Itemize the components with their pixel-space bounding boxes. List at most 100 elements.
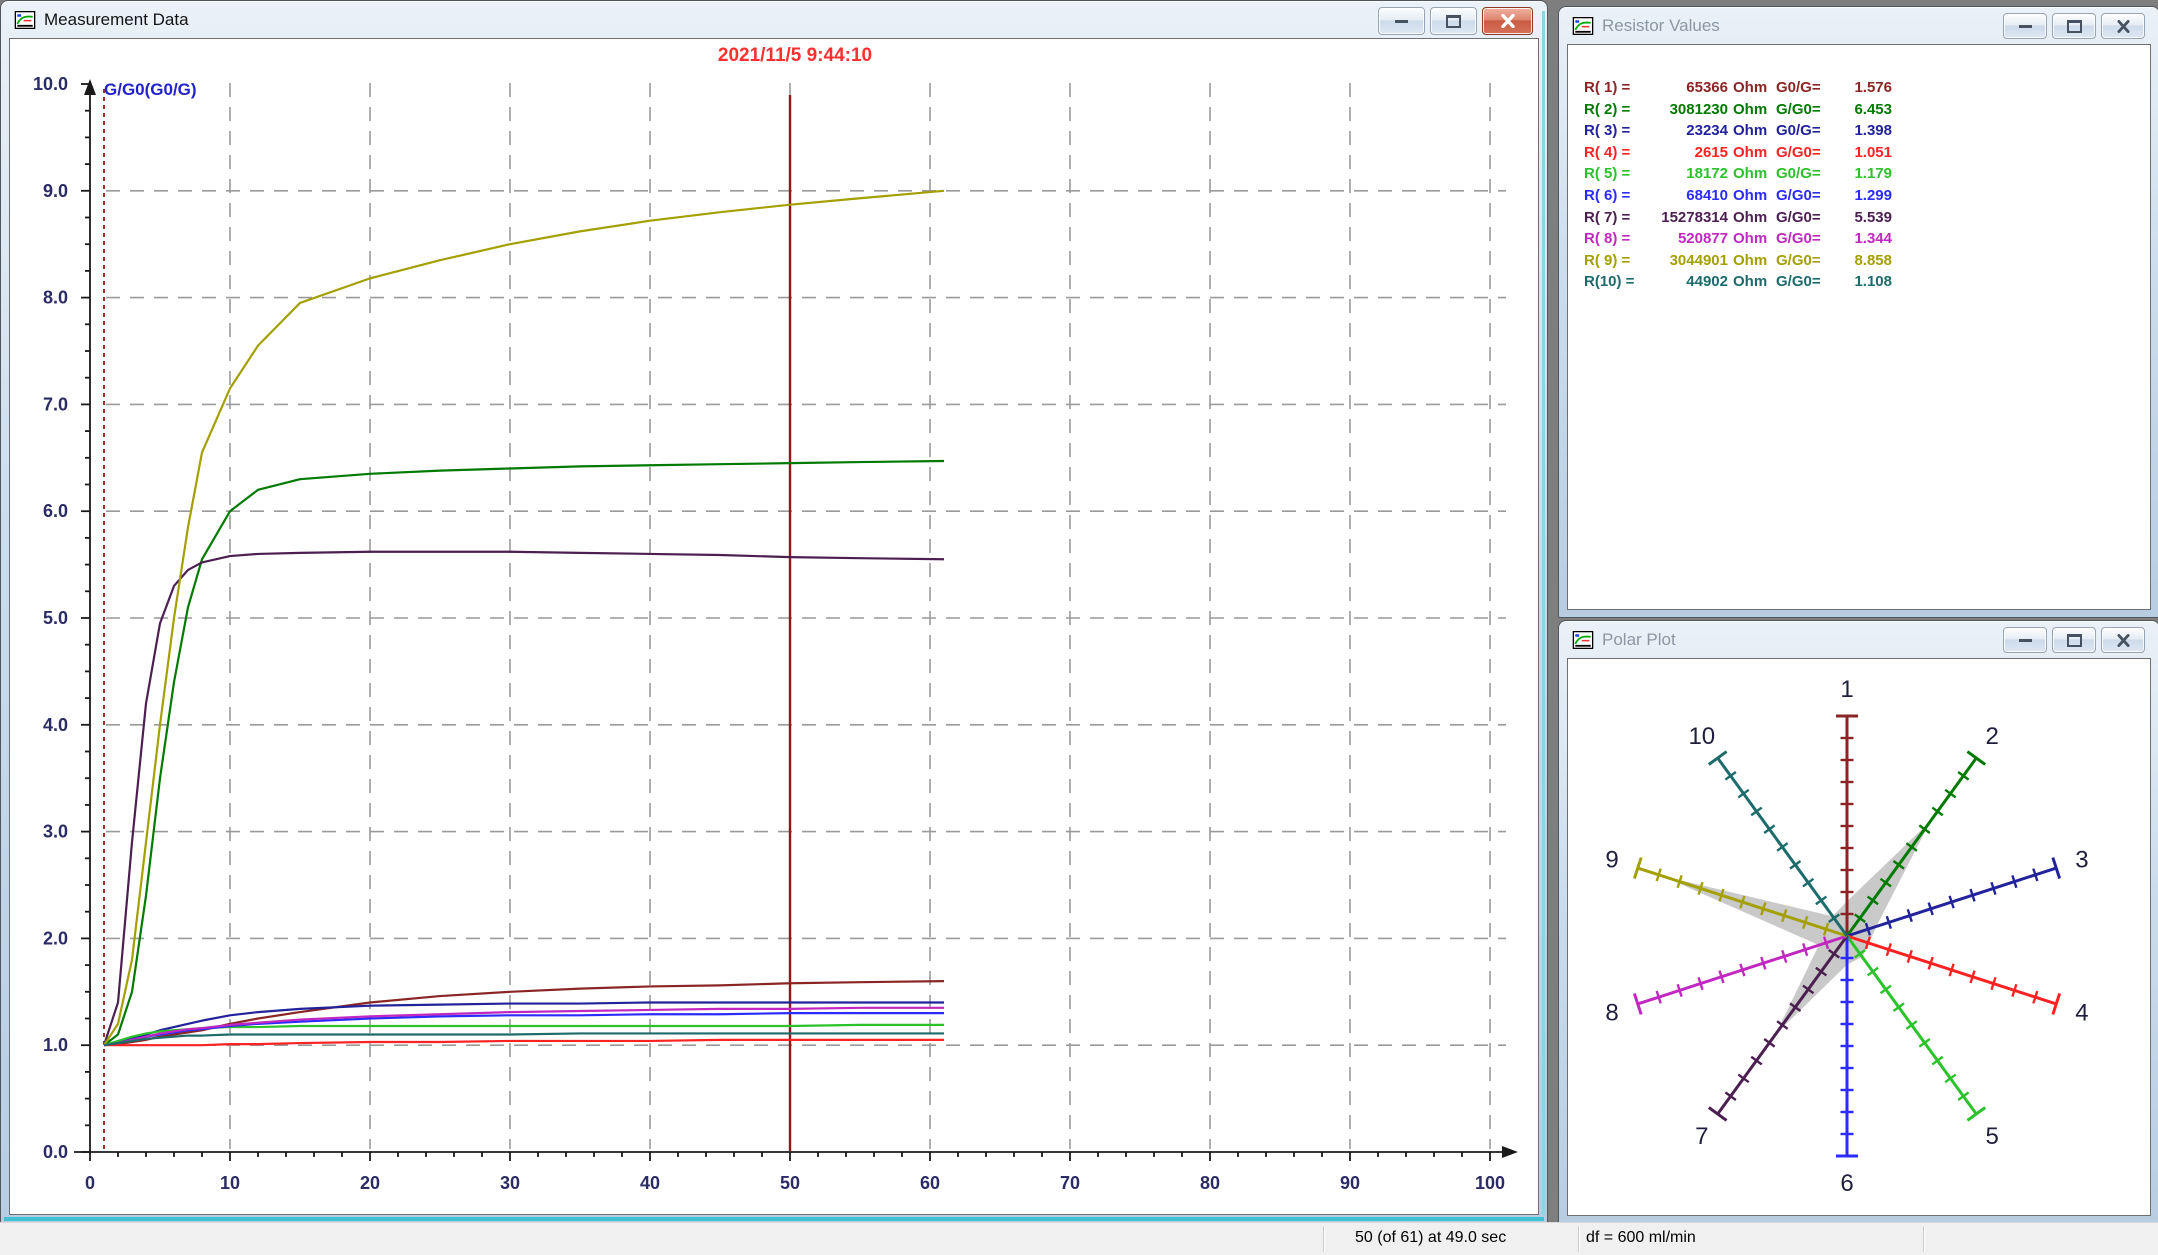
minimize-icon: [2019, 639, 2032, 642]
resistor-val: 2615: [1648, 142, 1728, 164]
measurement-titlebar[interactable]: Measurement Data: [1, 1, 1387, 38]
svg-text:10.0: 10.0: [33, 74, 68, 94]
polar-titlebar[interactable]: Polar Plot: [1559, 621, 1999, 658]
svg-text:5.0: 5.0: [43, 608, 68, 628]
measurement-minimize-button[interactable]: [1378, 7, 1425, 35]
status-separator: [1923, 1226, 1925, 1252]
resistor-label: R( 9) =: [1584, 250, 1648, 272]
resistor-val: 3081230: [1648, 99, 1728, 121]
polar-axis-label: 1: [1840, 676, 1853, 703]
resistor-label: R(10) =: [1584, 271, 1648, 293]
app-icon: [14, 11, 36, 29]
polar-axis-label: 5: [1986, 1123, 1999, 1150]
polar-maximize-button[interactable]: [2052, 627, 2096, 653]
close-icon: [2116, 634, 2131, 647]
resistor-rlabel: G0/G=: [1768, 163, 1826, 185]
svg-text:1.0: 1.0: [43, 1035, 68, 1055]
cursor-timestamp: 2021/11/5 9:44:10: [718, 45, 872, 66]
polar-close-button[interactable]: [2101, 627, 2145, 653]
resistor-rlabel: G/G0=: [1768, 99, 1826, 121]
measurement-close-button[interactable]: [1482, 7, 1533, 35]
resistor-unit: Ohm: [1728, 207, 1768, 229]
polar-axis-label: 7: [1695, 1123, 1708, 1150]
resistor-val: 68410: [1648, 185, 1728, 207]
resistor-rlabel: G/G0=: [1768, 250, 1826, 272]
polar-plot-window: Polar Plot 12345678910: [1558, 620, 2158, 1224]
resistor-label: R( 7) =: [1584, 207, 1648, 229]
resistor-row: R(10) =44902OhmG/G0=1.108: [1584, 271, 2150, 293]
measurement-title: Measurement Data: [44, 10, 189, 30]
polar-plot-area: 12345678910: [1567, 658, 2151, 1216]
polar-axis-label: 8: [1605, 999, 1618, 1026]
minimize-icon: [1395, 20, 1408, 23]
resistor-row: R( 8) =520877OhmG/G0=1.344: [1584, 228, 2150, 250]
resistor-label: R( 8) =: [1584, 228, 1648, 250]
svg-text:7.0: 7.0: [43, 394, 68, 414]
resistor-values-window: Resistor Values R( 1) =65366OhmG0/G=1.57…: [1558, 6, 2158, 618]
resistor-label: R( 5) =: [1584, 163, 1648, 185]
resistor-unit: Ohm: [1728, 228, 1768, 250]
resistor-ratio: 1.299: [1826, 185, 1892, 207]
resistor-row: R( 3) =23234OhmG0/G=1.398: [1584, 120, 2150, 142]
resistor-val: 18172: [1648, 163, 1728, 185]
resistor-maximize-button[interactable]: [2052, 13, 2096, 39]
resistor-values-list: R( 1) =65366OhmG0/G=1.576R( 2) =3081230O…: [1568, 45, 2150, 293]
svg-text:4.0: 4.0: [43, 715, 68, 735]
resistor-ratio: 1.398: [1826, 120, 1892, 142]
resistor-rlabel: G/G0=: [1768, 185, 1826, 207]
polar-axis-5: 5: [1847, 936, 1999, 1150]
resistor-close-button[interactable]: [2101, 13, 2145, 39]
resistor-val: 44902: [1648, 271, 1728, 293]
measurement-chart[interactable]: 2021/11/5 9:44:10G/G0(G0/G)0.01.02.03.04…: [10, 39, 1538, 1214]
window-frame-accent-right: [1542, 11, 1545, 1215]
resistor-ratio: 1.344: [1826, 228, 1892, 250]
svg-text:0: 0: [85, 1173, 95, 1193]
resistor-minimize-button[interactable]: [2003, 13, 2047, 39]
polar-title: Polar Plot: [1602, 630, 1676, 650]
resistor-ratio: 1.179: [1826, 163, 1892, 185]
measurement-chart-area[interactable]: 2021/11/5 9:44:10G/G0(G0/G)0.01.02.03.04…: [9, 38, 1539, 1215]
polar-caption-buttons: [2003, 627, 2145, 653]
resistor-unit: Ohm: [1728, 120, 1768, 142]
polar-axis-label: 10: [1688, 723, 1715, 750]
measurement-caption-buttons: [1378, 7, 1533, 35]
app-icon: [1572, 17, 1594, 35]
polar-axis-6: 6: [1836, 936, 1858, 1197]
svg-text:40: 40: [640, 1173, 660, 1193]
close-icon: [1500, 14, 1516, 28]
polar-minimize-button[interactable]: [2003, 627, 2047, 653]
resistor-titlebar[interactable]: Resistor Values: [1559, 7, 1999, 44]
resistor-val: 15278314: [1648, 207, 1728, 229]
resistor-row: R( 4) =2615OhmG/G0=1.051: [1584, 142, 2150, 164]
svg-text:100: 100: [1475, 1173, 1505, 1193]
resistor-rlabel: G/G0=: [1768, 142, 1826, 164]
polar-axis-label: 6: [1840, 1170, 1853, 1197]
resistor-val: 23234: [1648, 120, 1728, 142]
svg-text:20: 20: [360, 1173, 380, 1193]
resistor-unit: Ohm: [1728, 163, 1768, 185]
maximize-icon: [2067, 634, 2082, 647]
measurement-restore-button[interactable]: [1430, 7, 1477, 35]
resistor-caption-buttons: [2003, 13, 2145, 39]
svg-text:90: 90: [1340, 1173, 1360, 1193]
window-frame-accent-bottom: [4, 1217, 1544, 1221]
polar-axis-label: 3: [2075, 847, 2088, 874]
resistor-unit: Ohm: [1728, 250, 1768, 272]
svg-text:9.0: 9.0: [43, 181, 68, 201]
resistor-ratio: 6.453: [1826, 99, 1892, 121]
chart-grid: [106, 83, 1506, 1149]
resistor-label: R( 1) =: [1584, 77, 1648, 99]
restore-icon: [1446, 15, 1461, 28]
polar-axis-7: 7: [1695, 936, 1847, 1150]
resistor-val: 520877: [1648, 228, 1728, 250]
app-icon: [1572, 631, 1594, 649]
resistor-row: R( 9) =3044901OhmG/G0=8.858: [1584, 250, 2150, 272]
resistor-unit: Ohm: [1728, 185, 1768, 207]
resistor-rlabel: G/G0=: [1768, 228, 1826, 250]
status-progress: 50 (of 61) at 49.0 sec: [1355, 1229, 1506, 1247]
resistor-ratio: 8.858: [1826, 250, 1892, 272]
resistor-title: Resistor Values: [1602, 16, 1720, 36]
resistor-row: R( 1) =65366OhmG0/G=1.576: [1584, 77, 2150, 99]
svg-text:6.0: 6.0: [43, 501, 68, 521]
polar-plot-chart: 12345678910: [1568, 659, 2150, 1215]
